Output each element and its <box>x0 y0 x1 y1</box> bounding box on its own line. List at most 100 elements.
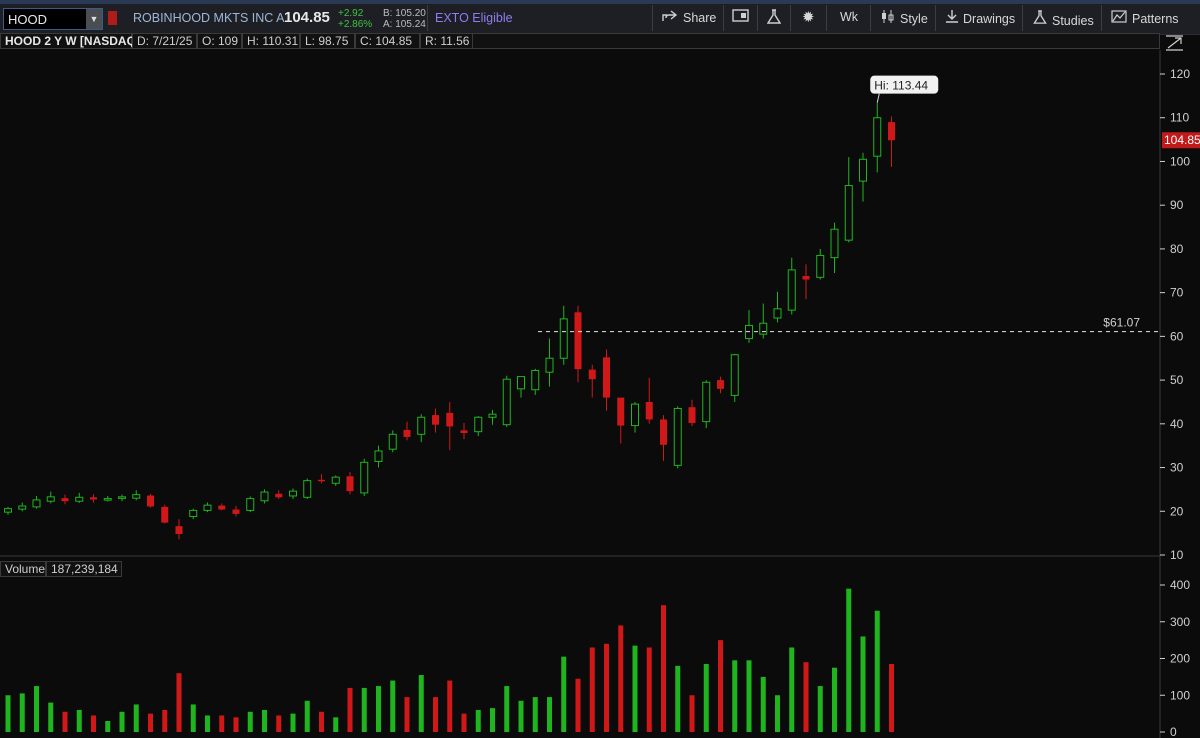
volume-bar <box>247 711 253 732</box>
candle-body <box>331 476 340 484</box>
price-line[interactable]: $61.07 <box>538 316 1158 333</box>
price-tick-label: 90 <box>1170 198 1184 212</box>
candle-body <box>888 122 895 141</box>
price-tick-label: 120 <box>1170 67 1190 81</box>
volume-bar <box>490 708 495 732</box>
volume-bar <box>390 680 396 732</box>
candle-body <box>830 228 839 259</box>
volume-bar <box>661 605 666 732</box>
volume-tick-label: 100 <box>1170 688 1190 702</box>
volume-bar <box>347 687 353 732</box>
candle-body <box>289 490 297 497</box>
price-line-label: $61.07 <box>1103 316 1140 330</box>
volume-axis: 0 100 200 300 400 <box>1160 578 1190 738</box>
volume-bar <box>162 709 168 732</box>
candle-body <box>802 276 810 280</box>
candle-body <box>260 491 269 502</box>
candle-body <box>275 493 283 498</box>
candle-body <box>474 416 483 433</box>
candle-body <box>603 357 610 398</box>
volume-bar <box>433 697 438 732</box>
candle-body <box>588 369 596 380</box>
volume-bar <box>732 660 738 732</box>
volume-bar <box>518 700 524 732</box>
volume-bar <box>846 588 852 732</box>
volume-bar <box>575 678 581 732</box>
candle-body <box>203 504 212 511</box>
volume-bar <box>205 715 210 732</box>
candle-body <box>218 505 226 510</box>
volume-bar <box>874 610 880 732</box>
volume-bar <box>290 713 296 732</box>
volume-tick-label: 300 <box>1170 615 1190 629</box>
candle-body <box>4 508 12 513</box>
candle-body <box>318 479 325 482</box>
candle-body <box>773 308 782 319</box>
candle-body <box>859 158 867 182</box>
candle-body <box>631 403 639 427</box>
price-tick-label: 60 <box>1170 329 1184 343</box>
volume-bar <box>34 686 39 732</box>
volume-bar <box>860 636 866 732</box>
candle-body <box>502 378 511 426</box>
candle-body <box>545 357 554 373</box>
volume-bar <box>105 720 111 732</box>
volume-bar <box>176 673 182 732</box>
candle-body <box>232 509 240 514</box>
candle-body <box>816 254 825 278</box>
volume-bar <box>333 717 339 732</box>
price-tick-label: 20 <box>1170 504 1184 518</box>
volume-bar <box>233 717 239 732</box>
volume-bar <box>889 664 894 732</box>
volume-bar <box>133 704 139 732</box>
candle-body <box>460 430 468 434</box>
volume-bar <box>5 695 11 732</box>
candle-body <box>559 318 568 359</box>
volume-tick-label: 0 <box>1170 725 1177 738</box>
high-marker-label: Hi: 113.44 <box>874 79 928 93</box>
price-tick-label: 10 <box>1170 548 1184 562</box>
candle-body <box>46 496 55 502</box>
price-tick-label: 110 <box>1170 111 1189 125</box>
candle-body <box>303 480 312 498</box>
candle-body <box>417 416 426 435</box>
volume-bar <box>789 647 795 732</box>
candle-body <box>360 461 369 494</box>
candle-body <box>787 269 796 311</box>
candle-body <box>147 495 154 507</box>
volume-bar <box>718 640 723 732</box>
last-price-tag: 104.85 <box>1162 132 1200 149</box>
price-tick-label: 80 <box>1170 242 1184 256</box>
candle-body <box>346 476 354 492</box>
volume-bar <box>504 686 510 732</box>
candle-body <box>645 401 653 420</box>
candle-body <box>759 322 768 335</box>
candle-body <box>617 397 625 426</box>
volume-bar <box>832 667 837 732</box>
candles <box>4 102 895 540</box>
candle-body <box>103 498 112 501</box>
volume-bar <box>376 686 381 732</box>
volume-bar <box>561 656 567 732</box>
candle-body <box>730 354 739 396</box>
volume-bar <box>604 643 609 732</box>
candle-body <box>118 496 126 499</box>
volume-bar <box>532 697 538 732</box>
volume-bar <box>219 715 225 732</box>
volume-bar <box>62 711 68 732</box>
candle-body <box>446 412 454 427</box>
candle-body <box>531 369 540 391</box>
candle-body <box>32 499 41 508</box>
price-chart[interactable]: 10 20 30 40 50 60 70 80 90 100 110 120 0 100 200 300 40… <box>0 0 1200 738</box>
volume-bar <box>461 713 467 732</box>
high-marker-leader <box>876 93 880 103</box>
volume-bar <box>632 645 638 732</box>
price-tick-label: 40 <box>1170 417 1184 431</box>
last-price-tag-text: 104.85 <box>1164 133 1200 147</box>
volume-bar <box>418 675 424 732</box>
candle-body <box>403 429 411 437</box>
candle-body <box>488 413 497 418</box>
volume-bar <box>48 702 54 732</box>
volume-bar <box>190 704 196 732</box>
volume-bar <box>361 687 367 732</box>
